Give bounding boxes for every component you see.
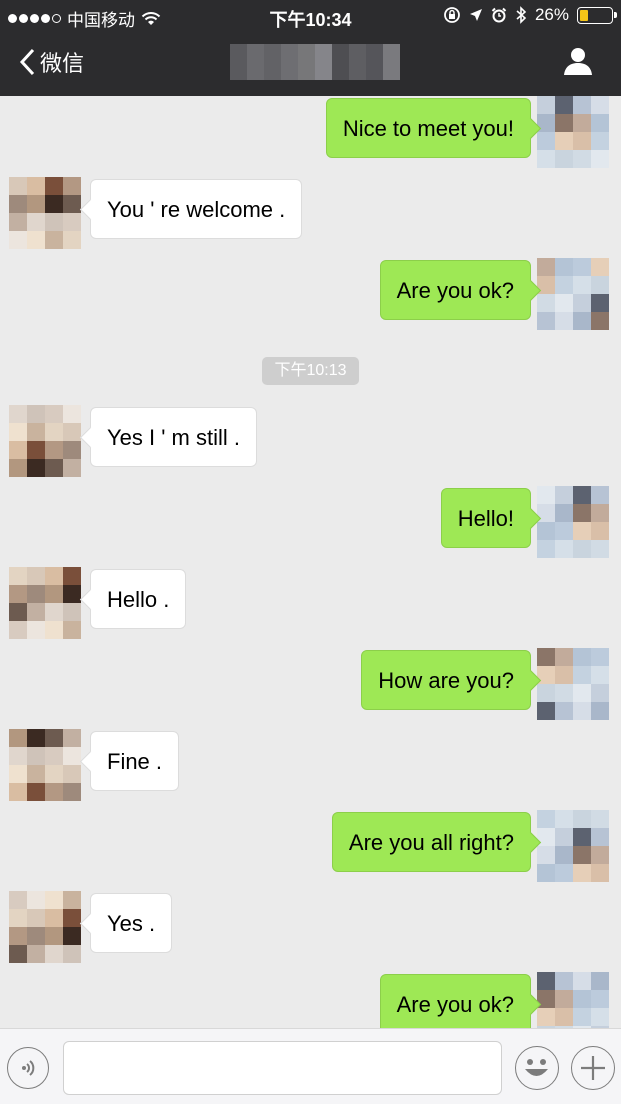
emoji-button[interactable]: [515, 1046, 559, 1090]
contact-avatar[interactable]: [9, 405, 81, 477]
my-avatar[interactable]: [537, 258, 609, 330]
sent-message-bubble[interactable]: Hello!: [440, 488, 531, 548]
received-message-bubble[interactable]: Fine .: [90, 731, 180, 791]
message-row: Hello!: [0, 486, 621, 558]
contact-avatar[interactable]: [9, 177, 81, 249]
received-message-bubble[interactable]: Yes I ' m still .: [90, 407, 257, 467]
status-bar: 中国移动 下午10:34 26%: [0, 0, 621, 32]
message-row: Are you all right?: [0, 810, 621, 882]
chat-message-list[interactable]: Nice to meet you! You ' re welcome . Are y…: [0, 96, 621, 1028]
back-label: 微信: [40, 51, 85, 76]
rotation-lock-icon: [444, 7, 460, 23]
message-input[interactable]: [63, 1041, 502, 1095]
my-avatar[interactable]: [537, 972, 609, 1028]
my-avatar[interactable]: [537, 96, 609, 168]
message-row: Hello .: [0, 567, 621, 639]
contact-avatar[interactable]: [9, 891, 81, 963]
received-message-bubble[interactable]: Hello .: [90, 569, 187, 629]
message-row: Yes .: [0, 891, 621, 963]
more-button[interactable]: [571, 1046, 615, 1090]
back-button[interactable]: 微信: [18, 46, 84, 78]
alarm-icon: [491, 7, 507, 23]
message-row: How are you?: [0, 648, 621, 720]
message-row: Are you ok?: [0, 258, 621, 330]
my-avatar[interactable]: [537, 810, 609, 882]
received-message-bubble[interactable]: You ' re welcome .: [90, 179, 303, 239]
emoji-icon: [525, 1059, 548, 1076]
bluetooth-icon: [516, 6, 527, 24]
nav-bar: 微信: [0, 32, 621, 96]
voice-icon: [22, 1060, 35, 1076]
voice-button[interactable]: [7, 1047, 49, 1089]
sent-message-bubble[interactable]: Are you ok?: [379, 260, 531, 320]
message-row: You ' re welcome .: [0, 177, 621, 249]
profile-button[interactable]: [563, 46, 593, 81]
message-row: Yes I ' m still .: [0, 405, 621, 477]
input-bar: [0, 1028, 621, 1104]
battery-level: [580, 9, 588, 21]
person-icon: [564, 48, 592, 75]
contact-avatar[interactable]: [9, 729, 81, 801]
message-row: Nice to meet you!: [0, 96, 621, 168]
my-avatar[interactable]: [537, 486, 609, 558]
my-avatar[interactable]: [537, 648, 609, 720]
message-row: Are you ok?: [0, 972, 621, 1028]
sent-message-bubble[interactable]: Are you ok?: [379, 974, 531, 1028]
message-row: Fine .: [0, 729, 621, 801]
timestamp-divider: 下午10:13: [262, 357, 359, 385]
battery-icon: [577, 6, 617, 24]
battery-percent: 26%: [534, 5, 569, 24]
sent-message-bubble[interactable]: Nice to meet you!: [325, 98, 531, 158]
status-right: 26%: [443, 5, 617, 25]
plus-icon: [581, 1056, 605, 1080]
contact-avatar[interactable]: [9, 567, 81, 639]
chat-title-pixelated: [230, 44, 400, 80]
chevron-left-icon: [19, 48, 35, 76]
sent-message-bubble[interactable]: Are you all right?: [331, 812, 531, 872]
location-arrow-icon: [469, 9, 482, 21]
sent-message-bubble[interactable]: How are you?: [361, 650, 531, 710]
received-message-bubble[interactable]: Yes .: [90, 893, 173, 953]
